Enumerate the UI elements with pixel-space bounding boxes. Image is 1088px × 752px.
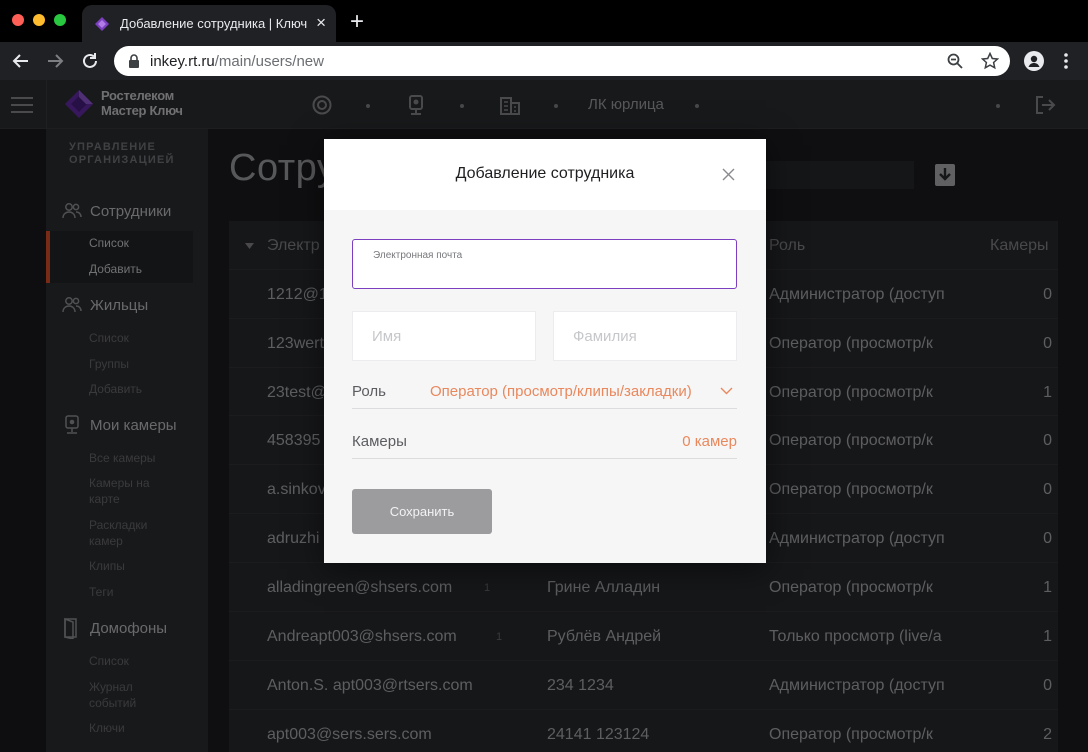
- first-name-field[interactable]: [352, 311, 536, 361]
- bookmark-star-icon[interactable]: [981, 52, 999, 70]
- address-bar[interactable]: inkey.rt.ru/main/users/new: [114, 46, 1010, 76]
- lock-icon: [129, 54, 139, 68]
- favicon-icon: [95, 17, 109, 31]
- tab-close-icon[interactable]: ×: [316, 13, 326, 33]
- profile-avatar-icon[interactable]: [1024, 51, 1044, 71]
- browser-menu-icon[interactable]: [1062, 51, 1070, 71]
- modal-title: Добавление сотрудника: [455, 165, 635, 182]
- url-text: inkey.rt.ru/main/users/new: [150, 53, 324, 70]
- reload-icon[interactable]: [80, 51, 100, 71]
- cameras-underline: [352, 458, 737, 459]
- last-name-field[interactable]: [553, 311, 737, 361]
- modal-header: Добавление сотрудника: [324, 139, 766, 210]
- email-input[interactable]: [373, 264, 713, 282]
- add-employee-modal: Добавление сотрудника Электронная почта …: [324, 139, 766, 563]
- role-select[interactable]: Оператор (просмотр/клипы/закладки): [430, 383, 692, 400]
- browser-tab[interactable]: Добавление сотрудника | Ключ ×: [82, 5, 336, 42]
- browser-tab-bar: Добавление сотрудника | Ключ × +: [0, 0, 1088, 42]
- new-tab-button[interactable]: +: [350, 10, 364, 34]
- back-arrow-icon[interactable]: [11, 51, 31, 71]
- role-underline: [352, 408, 737, 409]
- email-field[interactable]: Электронная почта: [352, 239, 737, 289]
- first-name-input[interactable]: [372, 328, 522, 345]
- tab-title: Добавление сотрудника | Ключ: [120, 16, 308, 31]
- cameras-label: Камеры: [352, 433, 407, 450]
- close-icon[interactable]: [721, 167, 736, 182]
- forward-arrow-icon[interactable]: [45, 51, 65, 71]
- save-button[interactable]: Сохранить: [352, 489, 492, 534]
- role-label: Роль: [352, 383, 386, 400]
- last-name-input[interactable]: [573, 328, 723, 345]
- window-minimize-button[interactable]: [33, 14, 45, 26]
- email-field-label: Электронная почта: [373, 250, 463, 261]
- zoom-icon[interactable]: [946, 52, 964, 70]
- window-maximize-button[interactable]: [54, 14, 66, 26]
- browser-toolbar: inkey.rt.ru/main/users/new: [0, 42, 1088, 80]
- chevron-down-icon[interactable]: [720, 387, 733, 395]
- cameras-select[interactable]: 0 камер: [682, 433, 737, 450]
- window-close-button[interactable]: [12, 14, 24, 26]
